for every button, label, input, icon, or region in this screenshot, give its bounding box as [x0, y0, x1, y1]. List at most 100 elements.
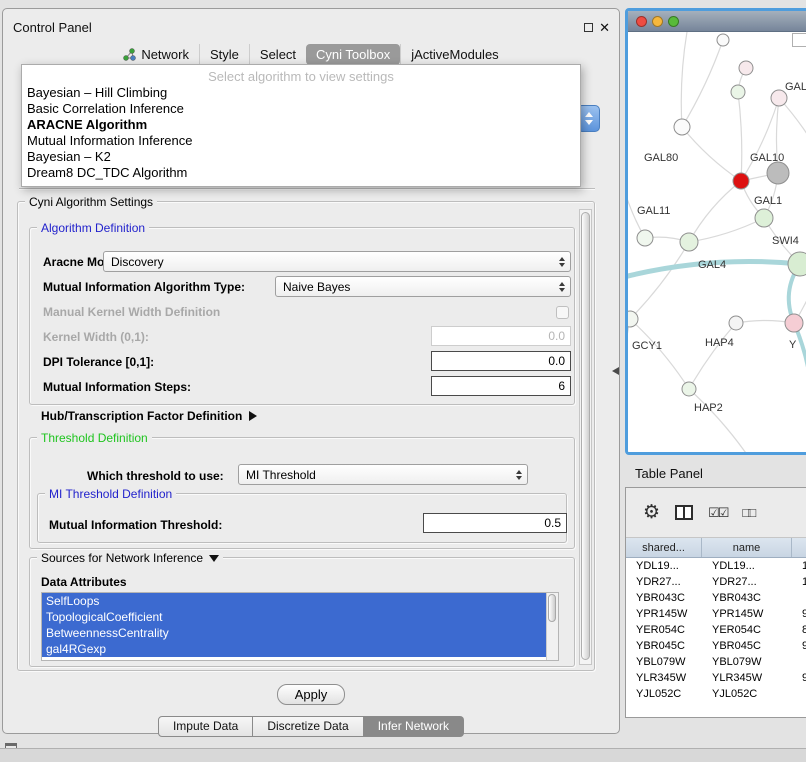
dropdown-item-aracne-algorithm[interactable]: ARACNE Algorithm — [22, 117, 580, 133]
network-node-gal80[interactable] — [674, 119, 690, 135]
manual-kernel-width-checkbox[interactable] — [556, 306, 569, 319]
network-edge[interactable] — [689, 181, 741, 242]
network-edge[interactable] — [689, 323, 736, 389]
node-label: GCY1 — [632, 340, 662, 352]
network-edge[interactable] — [681, 32, 688, 127]
which-threshold-value: MI Threshold — [246, 468, 316, 482]
sources-expander[interactable]: Sources for Network Inference — [37, 551, 223, 565]
mi-threshold-label: Mutual Information Threshold: — [49, 518, 222, 532]
settings-scrollbar[interactable] — [579, 209, 592, 665]
unchecked-boxes-icon[interactable]: □□ — [742, 506, 754, 519]
tab-select[interactable]: Select — [249, 44, 306, 65]
network-edge[interactable] — [682, 127, 741, 181]
table-cell: 8. — [792, 622, 806, 638]
scrollbar-thumb[interactable] — [581, 212, 590, 660]
network-node[interactable] — [739, 61, 753, 75]
kernel-width-label: Kernel Width (0,1): — [43, 330, 149, 344]
table-cell: 12 — [792, 574, 806, 590]
table-row[interactable]: YLR345WYLR345W9. — [626, 670, 806, 686]
dropdown-item-mutual-information-inference[interactable]: Mutual Information Inference — [22, 133, 580, 149]
checked-boxes-icon[interactable]: ☑☑ — [708, 506, 727, 519]
bottom-tab-impute-data[interactable]: Impute Data — [158, 716, 253, 737]
network-edge[interactable] — [682, 40, 723, 127]
tab-label: Style — [210, 47, 239, 62]
aracne-mode-select[interactable]: Discovery — [103, 251, 571, 272]
node-label: Y — [789, 339, 797, 351]
network-canvas[interactable]: GAL7GAL80GAL10GAL1GAL11SWI4GAL4HAP4YGCY1… — [628, 32, 806, 452]
float-window-icon[interactable] — [584, 23, 593, 32]
table-row[interactable]: YJL052CYJL052C — [626, 686, 806, 702]
attribute-item-selfloops[interactable]: SelfLoops — [42, 593, 546, 609]
table-row[interactable]: YBR043CYBR043C — [626, 590, 806, 606]
dropdown-item-basic-correlation-inference[interactable]: Basic Correlation Inference — [22, 101, 580, 117]
table-row[interactable]: YDL19...YDL19...13 — [626, 558, 806, 574]
bottom-tab-bar: Impute DataDiscretize DataInfer Network — [3, 716, 619, 737]
table-columns-icon[interactable] — [675, 505, 693, 520]
attribute-list-scrollbar[interactable] — [546, 593, 558, 660]
network-node[interactable] — [733, 173, 749, 189]
node-label: GAL4 — [698, 259, 726, 271]
mi-steps-label: Mutual Information Steps: — [43, 380, 191, 394]
which-threshold-select[interactable]: MI Threshold — [238, 464, 528, 485]
close-traffic-light[interactable] — [636, 16, 647, 27]
table-row[interactable]: YBL079WYBL079W — [626, 654, 806, 670]
network-edge[interactable] — [630, 319, 689, 389]
network-edge[interactable] — [630, 242, 689, 319]
network-edge[interactable] — [738, 92, 742, 181]
column-header-2[interactable] — [792, 538, 806, 557]
network-edge[interactable] — [689, 389, 748, 452]
dropdown-item-bayesian-k2[interactable]: Bayesian – K2 — [22, 149, 580, 165]
tab-jactivemodules[interactable]: jActiveModules — [400, 44, 508, 65]
network-node-gal11[interactable] — [637, 230, 653, 246]
scrollbar-thumb[interactable] — [548, 594, 556, 622]
dropdown-item-dream8-dc-tdc-algorithm[interactable]: Dream8 DC_TDC Algorithm — [22, 165, 580, 181]
attribute-item-topologicalcoefficient[interactable]: TopologicalCoefficient — [42, 609, 546, 625]
network-edge[interactable] — [628, 319, 630, 412]
network-edge[interactable] — [779, 98, 806, 148]
splitter-arrow-icon[interactable] — [612, 367, 619, 375]
bottom-tab-discretize-data[interactable]: Discretize Data — [253, 716, 363, 737]
table-cell: 9. — [792, 606, 806, 622]
dropdown-item-bayesian-hill-climbing[interactable]: Bayesian – Hill Climbing — [22, 85, 580, 101]
zoom-traffic-light[interactable] — [668, 16, 679, 27]
mi-threshold-field[interactable] — [423, 513, 567, 533]
table-row[interactable]: YER054CYER054C8. — [626, 622, 806, 638]
table-cell: YDL19... — [702, 558, 792, 574]
table-row[interactable]: YPR145WYPR145W9. — [626, 606, 806, 622]
table-row[interactable]: YDR27...YDR27...12 — [626, 574, 806, 590]
kernel-width-field[interactable] — [431, 326, 571, 346]
table-row[interactable]: YBR045CYBR045C9. — [626, 638, 806, 654]
tab-network[interactable]: Network — [113, 44, 199, 65]
mi-steps-field[interactable] — [431, 376, 571, 396]
apply-button[interactable]: Apply — [277, 684, 345, 705]
network-node[interactable] — [717, 34, 729, 46]
network-node-gal10[interactable] — [767, 162, 789, 184]
column-header-name[interactable]: name — [702, 538, 792, 557]
column-header-shared-[interactable]: shared... — [626, 538, 702, 557]
dpi-tolerance-field[interactable] — [431, 351, 571, 371]
network-node-swi4[interactable] — [788, 252, 806, 276]
hub-definition-expander[interactable]: Hub/Transcription Factor Definition — [41, 409, 257, 423]
gear-icon[interactable]: ⚙ — [643, 503, 660, 522]
network-node-hap2[interactable] — [682, 382, 696, 396]
network-node-hap4[interactable] — [729, 316, 743, 330]
attribute-item-gal4rgexp[interactable]: gal4RGexp — [42, 641, 546, 657]
threshold-definition-title: Threshold Definition — [37, 431, 152, 445]
table-header: shared...name — [626, 538, 806, 558]
tab-style[interactable]: Style — [199, 44, 249, 65]
network-window-titlebar[interactable] — [628, 11, 806, 32]
minimize-traffic-light[interactable] — [652, 16, 663, 27]
birdseye-toggle[interactable] — [792, 33, 806, 47]
network-node-gal4[interactable] — [680, 233, 698, 251]
table-cell: YER054C — [626, 622, 702, 638]
network-node-y[interactable] — [785, 314, 803, 332]
network-edge[interactable] — [689, 218, 764, 242]
mi-algorithm-type-value: Naive Bayes — [283, 280, 350, 294]
network-node-gal1[interactable] — [755, 209, 773, 227]
attribute-item-betweennesscentrality[interactable]: BetweennessCentrality — [42, 625, 546, 641]
mi-algorithm-type-select[interactable]: Naive Bayes — [275, 276, 571, 297]
bottom-tab-infer-network[interactable]: Infer Network — [364, 716, 464, 737]
network-node[interactable] — [731, 85, 745, 99]
tab-cyni-toolbox[interactable]: Cyni Toolbox — [306, 44, 400, 65]
close-icon[interactable]: ✕ — [599, 20, 610, 36]
